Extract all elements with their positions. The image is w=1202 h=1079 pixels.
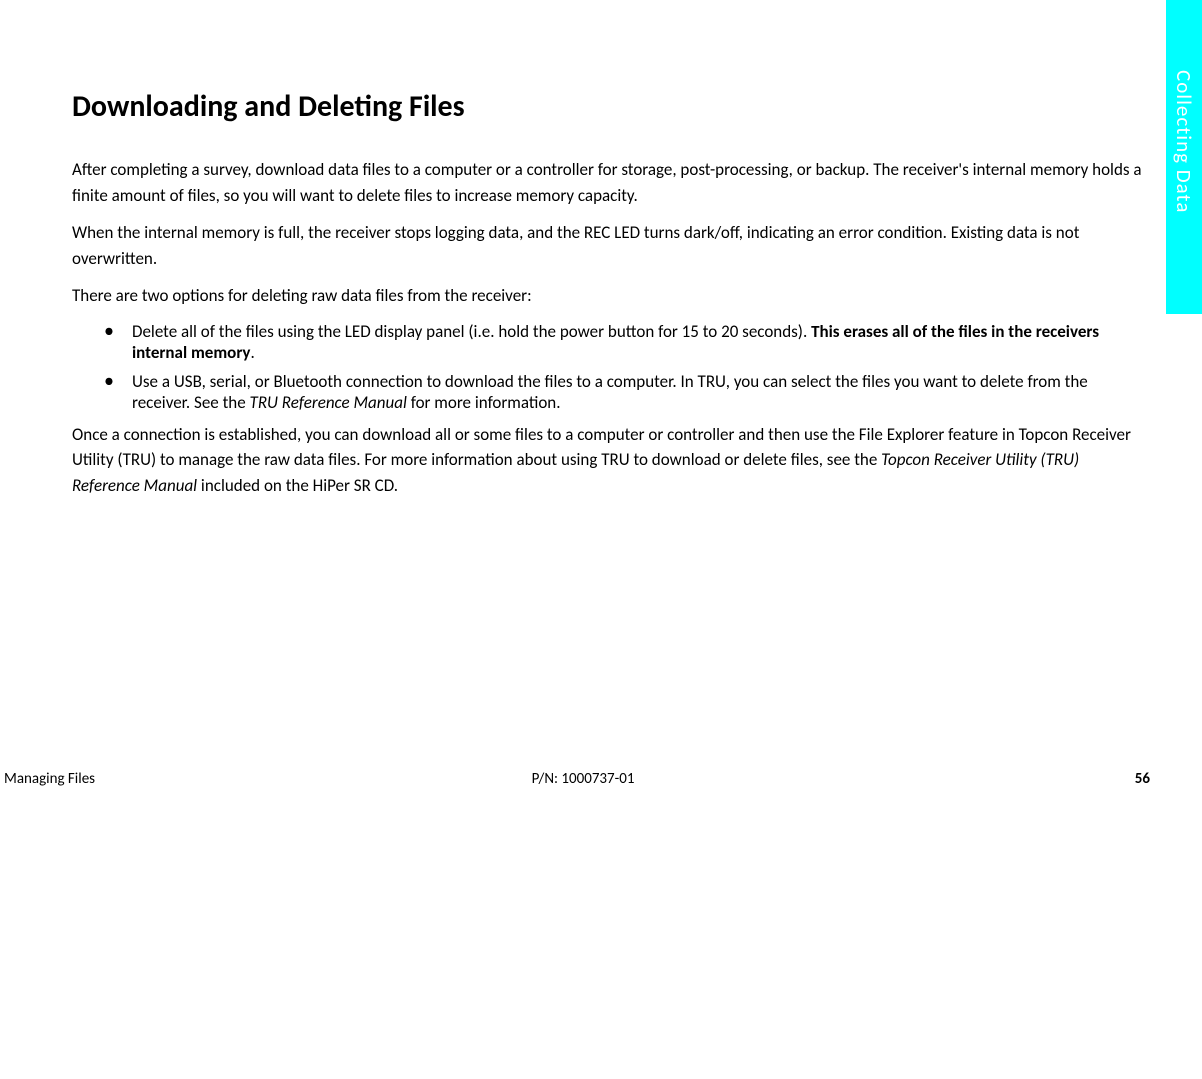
section-tab-label: Collecting Data [1171,70,1197,213]
footer-page-number: 56 [1135,770,1150,788]
para-4-text-c: included on the HiPer SR CD. [197,475,398,496]
paragraph-4: Once a connection is established, you ca… [72,422,1144,499]
paragraph-2: When the internal memory is full, the re… [72,220,1144,271]
page-content: Downloading and Deleting Files After com… [72,88,1144,510]
page-footer: Managing Files P/N: 1000737-01 56 [0,770,1166,788]
bullet-item-1: Delete all of the files using the LED di… [132,321,1144,364]
bullet-1-text-c: . [251,342,255,363]
bullet-2-text-c: for more information. [407,392,561,413]
bullet-2-text-italic: TRU Reference Manual [250,392,407,413]
paragraph-3: There are two options for deleting raw d… [72,283,1144,309]
bullet-list: Delete all of the files using the LED di… [72,321,1144,414]
footer-part-number: P/N: 1000737-01 [532,770,635,788]
section-tab: Collecting Data [1166,0,1202,314]
footer-section-title: Managing Files [4,770,95,788]
bullet-1-text-a: Delete all of the files using the LED di… [132,321,811,342]
page-heading: Downloading and Deleting Files [72,88,1144,125]
paragraph-1: After completing a survey, download data… [72,157,1144,208]
bullet-item-2: Use a USB, serial, or Bluetooth connecti… [132,371,1144,414]
